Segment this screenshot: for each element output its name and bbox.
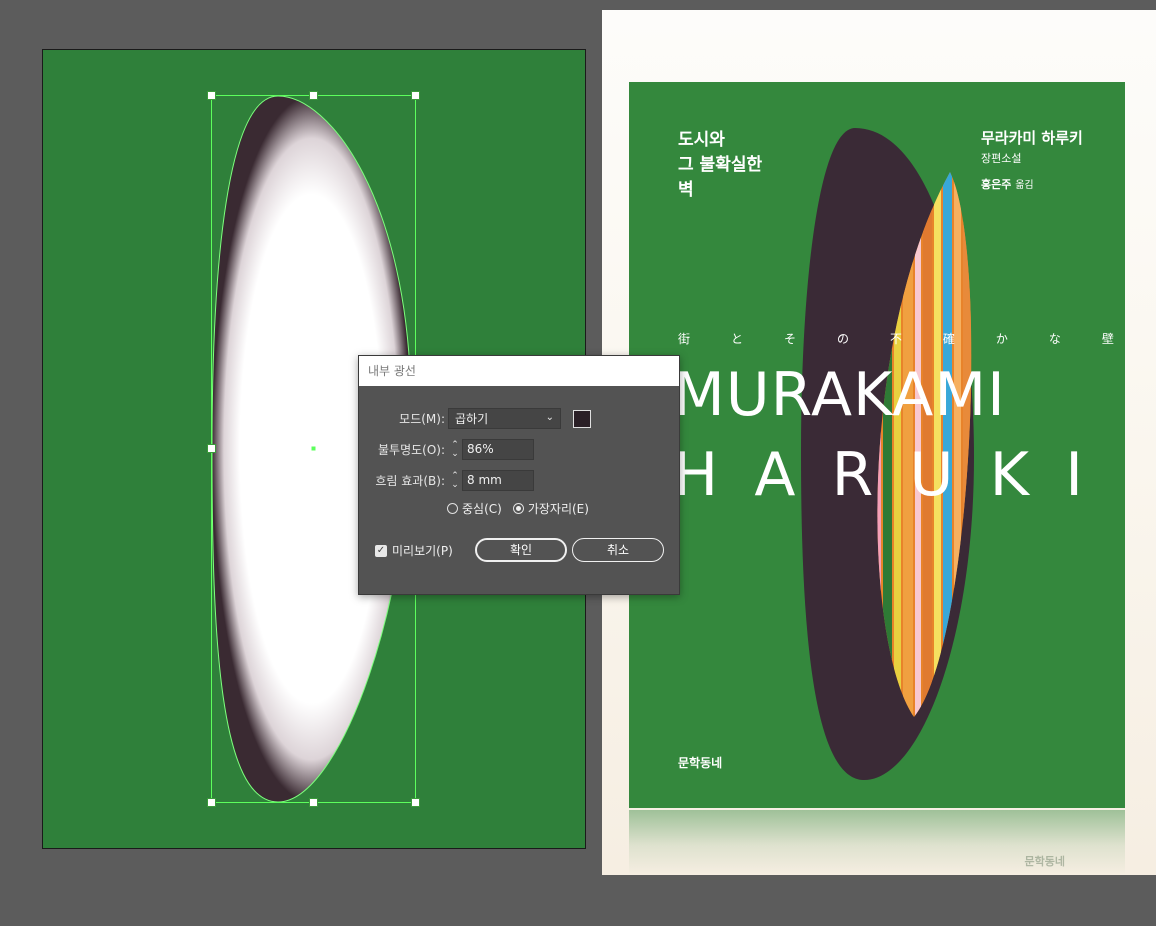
handle-top-center: [309, 91, 318, 100]
cover-title-line: 그 불확실한: [678, 155, 763, 175]
translator-name: 홍은주: [981, 178, 1012, 191]
cover-publisher: 문학동네: [678, 756, 723, 770]
name-letter: K: [989, 440, 1030, 510]
japanese-char: な: [1048, 332, 1061, 346]
source-radio-group: 중심(C) 가장자리(E): [447, 500, 600, 517]
dialog-title[interactable]: 내부 광선: [359, 356, 679, 386]
translator-role: 옮김: [1015, 180, 1034, 191]
name-letter: A: [754, 440, 796, 510]
opacity-row: 불투명도(O): ⌃ ⌄ 86%: [359, 439, 534, 460]
blur-row: 흐림 효과(B): ⌃ ⌄ 8 mm: [359, 470, 534, 491]
opacity-field[interactable]: 86%: [462, 439, 534, 460]
cover-author-name-line2: H A R U K I: [673, 440, 1083, 510]
chevron-down-icon: ⌄: [545, 412, 554, 423]
japanese-char: の: [836, 332, 849, 346]
handle-bottom-center: [309, 798, 318, 807]
name-letter: R: [831, 440, 874, 510]
cover-genre: 장편소설: [981, 152, 1022, 165]
reflection-publisher: 문학동네: [1024, 855, 1065, 868]
edge-radio-label[interactable]: 가장자리(E): [528, 500, 589, 517]
cover-title: 도시와 그 불확실한 벽: [678, 128, 762, 203]
japanese-char: か: [995, 332, 1008, 346]
cover-author: 무라카미 하루키: [981, 129, 1083, 147]
cover-translator: 홍은주 옮김: [981, 176, 1034, 192]
opacity-label: 불투명도(O):: [377, 443, 445, 457]
name-letter: U: [909, 440, 954, 510]
center-point: [311, 446, 316, 451]
stepper-icon[interactable]: ⌃ ⌄: [448, 470, 462, 491]
preview-checkbox[interactable]: ✓: [375, 544, 387, 557]
glow-color-swatch[interactable]: [573, 409, 591, 428]
japanese-char: 街: [678, 332, 691, 346]
handle-top-right: [411, 91, 420, 100]
mode-value: 곱하기: [455, 412, 489, 426]
mode-select[interactable]: 곱하기 ⌄: [448, 408, 561, 429]
inner-glow-dialog: 내부 광선 모드(M): 곱하기 ⌄ 불투명도(O): ⌃ ⌄ 86% 흐림 효과…: [358, 355, 680, 595]
cover-author-name-line1: MURAKAMI: [673, 360, 1006, 430]
mode-label: 모드(M):: [399, 412, 445, 426]
name-letter: I: [1065, 440, 1083, 510]
blur-label: 흐림 효과(B):: [375, 474, 445, 488]
handle-bottom-left: [207, 798, 216, 807]
ok-button[interactable]: 확인: [475, 538, 567, 562]
japanese-char: 確: [942, 332, 955, 346]
japanese-char: 不: [889, 332, 902, 346]
book-reflection: 문학동네: [629, 810, 1125, 875]
japanese-char: 壁: [1101, 332, 1114, 346]
cancel-button[interactable]: 취소: [572, 538, 664, 562]
handle-top-left: [207, 91, 216, 100]
stepper-icon[interactable]: ⌃ ⌄: [448, 439, 462, 460]
reference-image: 도시와 그 불확실한 벽 무라카미 하루키 장편소설 홍은주 옮김 街 と そ …: [602, 10, 1156, 875]
preview-label[interactable]: 미리보기(P): [392, 542, 453, 559]
preview-row: ✓ 미리보기(P): [375, 542, 464, 559]
handle-bottom-right: [411, 798, 420, 807]
cover-title-line: 도시와: [678, 130, 725, 150]
blur-field[interactable]: 8 mm: [462, 470, 534, 491]
handle-middle-left: [207, 444, 216, 453]
mode-row: 모드(M): 곱하기 ⌄: [359, 408, 591, 429]
cover-japanese-title: 街 と そ の 不 確 か な 壁: [678, 330, 1114, 347]
center-radio[interactable]: [447, 503, 458, 514]
japanese-char: そ: [783, 332, 796, 346]
book-cover: 도시와 그 불확실한 벽 무라카미 하루키 장편소설 홍은주 옮김 街 と そ …: [629, 82, 1125, 808]
cover-title-line: 벽: [678, 180, 694, 200]
japanese-char: と: [730, 332, 743, 346]
edge-radio[interactable]: [512, 503, 524, 514]
center-radio-label[interactable]: 중심(C): [462, 500, 502, 517]
